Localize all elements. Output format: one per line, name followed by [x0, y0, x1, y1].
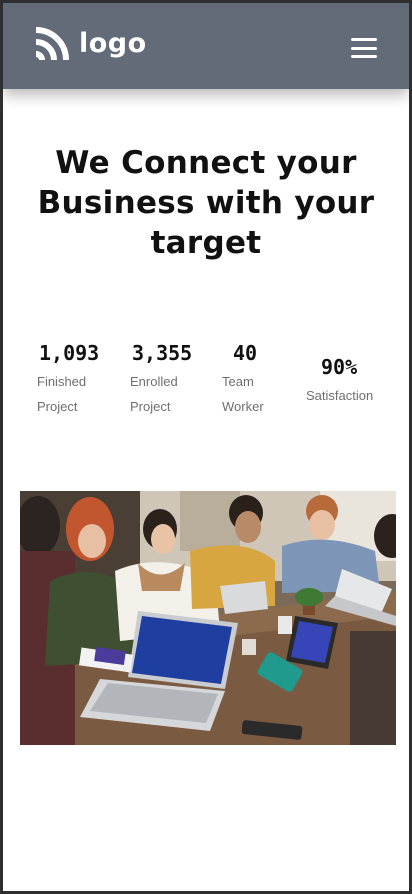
- team-meeting-illustration: [20, 491, 396, 745]
- hero-title: We Connect your Business with your targe…: [37, 145, 375, 261]
- stat-label-line: Project: [37, 399, 78, 414]
- stat-team-worker: 40 Team Worker: [222, 341, 264, 419]
- stat-label-line: Satisfaction: [306, 388, 374, 403]
- logo[interactable]: logo: [33, 25, 147, 63]
- stat-label-line: Enrolled: [130, 374, 178, 389]
- stat-label: Finished Project: [37, 369, 99, 419]
- stat-label-line: Worker: [222, 399, 264, 414]
- logo-text: logo: [79, 27, 147, 59]
- stat-value: 3,355: [132, 341, 193, 365]
- stat-value: 90%: [321, 355, 358, 379]
- stat-value: 40: [233, 341, 258, 365]
- stat-label: Team Worker: [222, 369, 264, 419]
- team-meeting-photo: [20, 491, 396, 745]
- hamburger-menu-icon[interactable]: [349, 36, 379, 60]
- menu-bar: [351, 38, 377, 41]
- stat-enrolled-project: 3,355 Enrolled Project: [130, 341, 192, 419]
- stat-finished-project: 1,093 Finished Project: [37, 341, 99, 419]
- stat-label: Enrolled Project: [130, 369, 192, 419]
- wifi-arcs-icon: [35, 27, 69, 61]
- navbar: logo: [3, 3, 409, 89]
- menu-bar: [351, 55, 377, 58]
- stat-value: 1,093: [39, 341, 100, 365]
- stat-label-line: Team: [222, 374, 254, 389]
- stat-label-line: Project: [130, 399, 171, 414]
- stat-satisfaction: 90% Satisfaction: [306, 355, 373, 408]
- menu-bar: [351, 46, 377, 50]
- page-frame: logo We Connect your Business with your …: [3, 3, 409, 891]
- stat-label: Satisfaction: [306, 383, 373, 408]
- stat-label-line: Finished: [37, 374, 87, 389]
